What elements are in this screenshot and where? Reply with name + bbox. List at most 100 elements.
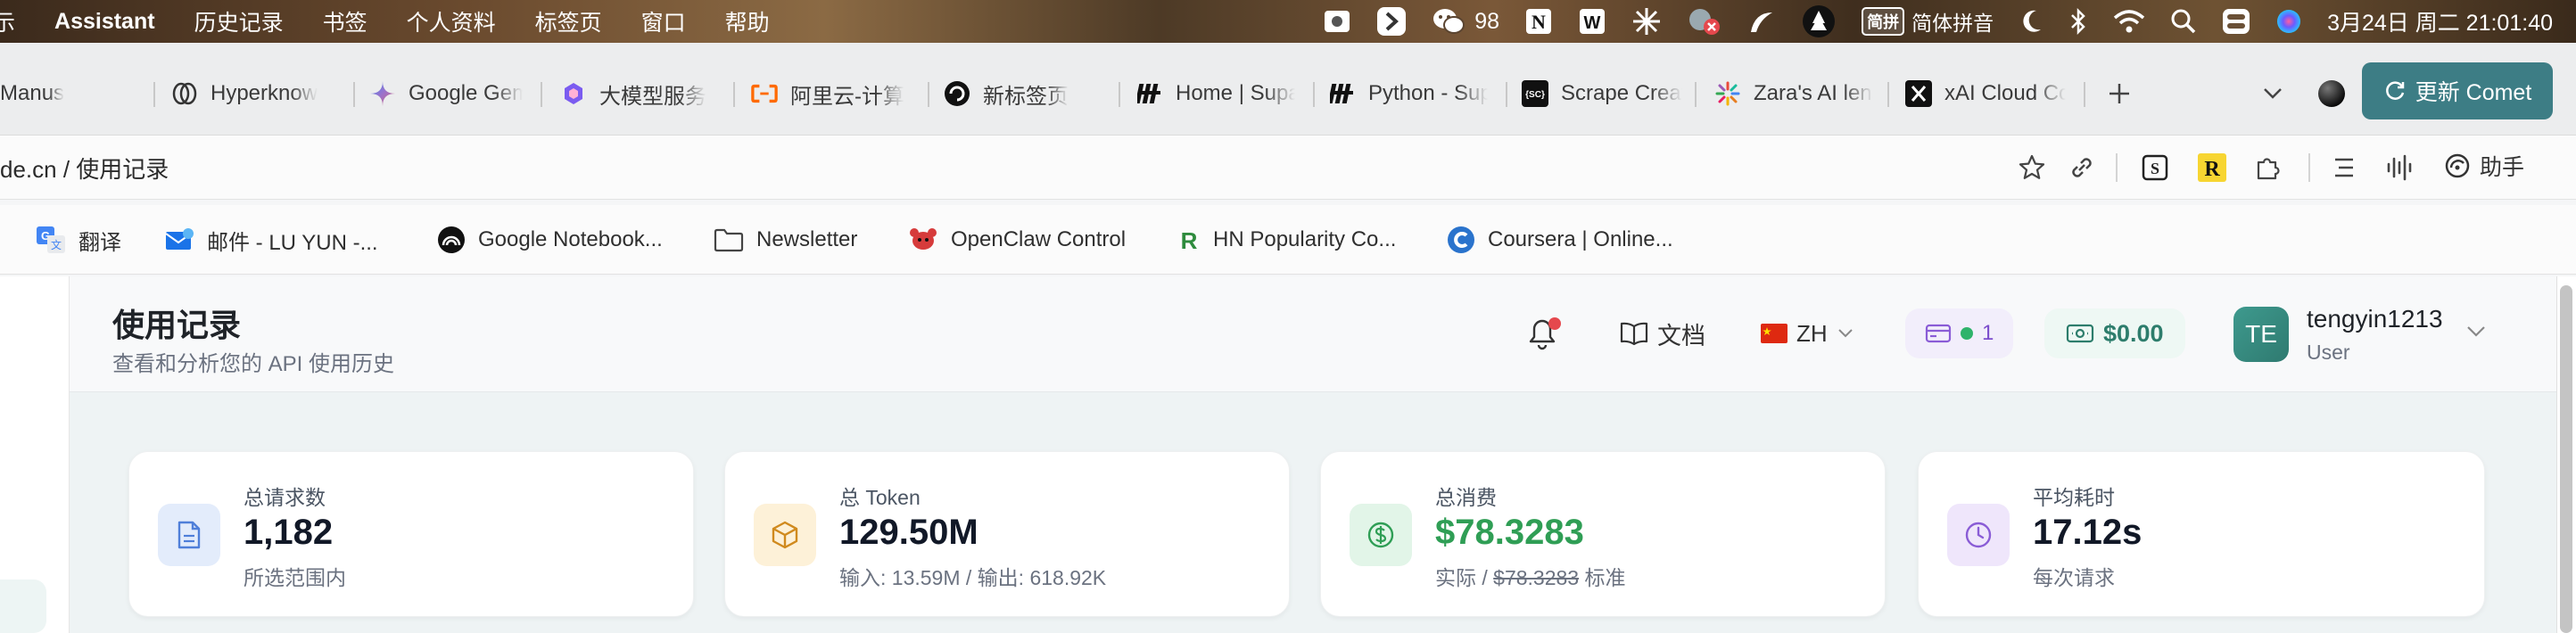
- bluetooth-icon[interactable]: [2056, 0, 2101, 43]
- toolbar-divider: [2116, 153, 2118, 182]
- profile-orb-button[interactable]: [2316, 73, 2348, 114]
- tree-tray-icon[interactable]: [1788, 0, 1849, 43]
- banknote-icon: [2066, 324, 2094, 343]
- reader-list-icon[interactable]: [2328, 152, 2360, 184]
- notifications-button[interactable]: [1527, 308, 1561, 358]
- menu-item-app-fragment[interactable]: 示: [0, 5, 35, 37]
- siri-icon[interactable]: [2263, 0, 2315, 43]
- sidebar-active-item[interactable]: [0, 580, 46, 633]
- tab-divider: [1119, 82, 1120, 107]
- menu-item-help[interactable]: 帮助: [706, 5, 789, 37]
- balance-value: $0.00: [2103, 319, 2164, 347]
- screenshot-tray-icon[interactable]: [1310, 0, 1364, 43]
- menu-item-tabs[interactable]: 标签页: [516, 5, 622, 37]
- chevron-down-icon: [2467, 326, 2485, 337]
- stat-label: 平均耗时: [2033, 486, 2115, 509]
- voice-wave-icon[interactable]: [2383, 152, 2415, 184]
- tab-supabase-python[interactable]: Python - Supabase: [1329, 73, 1488, 114]
- tab-aliyun[interactable]: 阿里云-计算: [751, 73, 919, 114]
- balance-pill[interactable]: $0.00: [2044, 308, 2185, 358]
- input-method-tray[interactable]: 简拼 简体拼音: [1849, 0, 2006, 43]
- stat-value: 1,182: [244, 513, 334, 552]
- clock-icon: [1947, 504, 2010, 566]
- star-icon[interactable]: [2016, 152, 2048, 184]
- svg-text:W: W: [1584, 13, 1601, 33]
- xai-icon: [1905, 80, 1932, 107]
- wifi-icon[interactable]: [2101, 0, 2158, 43]
- wechat-tray[interactable]: 98: [1419, 0, 1512, 43]
- notion-tray-icon[interactable]: N: [1512, 0, 1565, 43]
- user-role: User: [2307, 341, 2350, 364]
- dollar-icon: [1350, 504, 1412, 566]
- menu-item-history[interactable]: 历史记录: [175, 5, 303, 37]
- link-icon[interactable]: [2066, 152, 2098, 184]
- tab-label: Python - Supabase: [1368, 81, 1488, 105]
- tab-google-gemini[interactable]: Google Gemini: [369, 73, 523, 114]
- tab-manus[interactable]: Manus: [0, 73, 134, 114]
- supabase-icon: [1136, 80, 1163, 107]
- flow-tray-icon[interactable]: [1735, 0, 1788, 43]
- url-field[interactable]: de.cn / 使用记录: [0, 152, 169, 185]
- wechat-unread-count: 98: [1474, 8, 1500, 34]
- menubar-clock[interactable]: 3月24日 周二 21:01:40: [2315, 0, 2576, 43]
- tab-supabase-home[interactable]: Home | Supabase: [1136, 73, 1295, 114]
- readwise-extension-icon[interactable]: R: [2196, 152, 2228, 184]
- avatar[interactable]: TE: [2233, 307, 2289, 362]
- bookmark-mail[interactable]: 邮件 - LU YUN -...: [164, 223, 378, 257]
- update-comet-button[interactable]: 更新 Comet: [2362, 62, 2553, 119]
- tab-scrape-creators[interactable]: {SC} Scrape Creators: [1522, 73, 1682, 114]
- shortcut-tray-icon[interactable]: [1364, 0, 1419, 43]
- tab-hyperknow[interactable]: Hyperknow: [171, 73, 350, 114]
- tab-label: Manus: [0, 81, 65, 105]
- svg-text:R: R: [2204, 158, 2220, 181]
- plan-status-pill[interactable]: 1: [1905, 308, 2014, 358]
- bookmark-translate[interactable]: G文 翻译: [36, 223, 121, 257]
- menu-item-bookmarks[interactable]: 书签: [303, 5, 387, 37]
- tab-new-tab[interactable]: 新标签页: [944, 73, 1113, 114]
- tab-model-service[interactable]: 大模型服务: [560, 73, 721, 114]
- docs-button[interactable]: 文档: [1620, 308, 1705, 358]
- new-tab-button[interactable]: [2101, 73, 2137, 114]
- tab-list-button[interactable]: [2258, 73, 2287, 114]
- user-menu-toggle[interactable]: [2465, 325, 2487, 343]
- bookmark-openclaw[interactable]: OpenClaw Control: [908, 223, 1126, 257]
- zara-icon: [1714, 80, 1741, 107]
- spotlight-search-icon[interactable]: [2158, 0, 2209, 43]
- tab-xai-console[interactable]: xAI Cloud Console: [1905, 73, 2066, 114]
- bookmark-coursera[interactable]: Coursera | Online...: [1447, 223, 1673, 257]
- stat-label: 总消费: [1435, 486, 1497, 509]
- tab-label: Scrape Creators: [1561, 81, 1682, 105]
- notification-dot: [1548, 317, 1561, 330]
- bookmark-label: 翻译: [78, 230, 121, 255]
- tab-divider: [1887, 82, 1889, 107]
- avatar-initials: TE: [2245, 320, 2277, 348]
- bookmark-newsletter-folder[interactable]: Newsletter: [714, 223, 857, 257]
- wps-tray-icon[interactable]: W: [1565, 0, 1619, 43]
- macos-menu-bar: 示 Assistant 历史记录 书签 个人资料 标签页 窗口 帮助 98 N …: [0, 0, 2576, 43]
- bookmark-hn-popularity[interactable]: R HN Popularity Co...: [1177, 223, 1397, 257]
- scrape-creators-icon: {SC}: [1522, 80, 1548, 107]
- bookmark-label: Coursera | Online...: [1488, 227, 1673, 251]
- stat-card-total-cost: 总消费 $78.3283 实际 / $78.3283 标准: [1320, 451, 1886, 617]
- aliyun-icon: [751, 80, 778, 107]
- stat-card-avg-latency: 平均耗时 17.12s 每次请求: [1918, 451, 2485, 617]
- docs-label: 文档: [1657, 322, 1705, 349]
- extensions-puzzle-icon[interactable]: [2251, 152, 2283, 184]
- language-selector[interactable]: ZH: [1761, 308, 1854, 358]
- assistant-button[interactable]: 助手: [2444, 150, 2524, 182]
- page-scrollbar[interactable]: [2560, 285, 2572, 633]
- vpn-off-tray-icon[interactable]: [1674, 0, 1735, 43]
- menu-item-assistant[interactable]: Assistant: [35, 9, 175, 35]
- control-center-icon[interactable]: [2209, 0, 2263, 43]
- menu-item-window[interactable]: 窗口: [622, 5, 706, 37]
- tab-zara-ai[interactable]: Zara's AI lens: [1714, 73, 1873, 114]
- moon-icon[interactable]: [2006, 0, 2056, 43]
- bookmark-notebooklm[interactable]: Google Notebook...: [437, 223, 663, 257]
- menu-item-profile[interactable]: 个人资料: [387, 5, 516, 37]
- stat-subtext-prefix: 实际 /: [1435, 566, 1494, 589]
- sparkle-tray-icon[interactable]: [1619, 0, 1674, 43]
- coursera-icon: [1448, 226, 1474, 253]
- tab-row: Manus Hyperknow Google Gemini 大模型服务 阿里云-…: [0, 73, 2576, 114]
- sider-extension-icon[interactable]: S: [2139, 152, 2171, 184]
- stat-value: 17.12s: [2033, 513, 2143, 552]
